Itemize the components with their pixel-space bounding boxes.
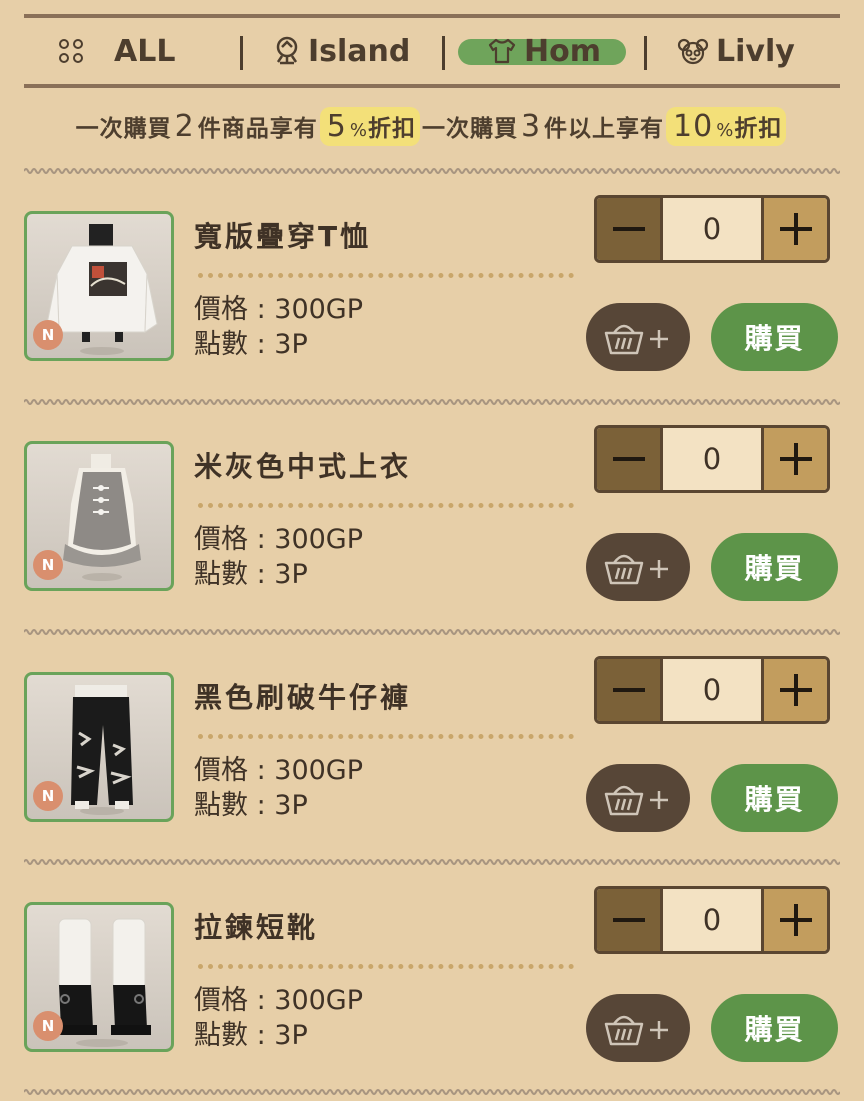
product-points: 點數 : 3P [194,559,308,590]
increase-quantity-button[interactable] [761,198,827,260]
basket-plus-icon [604,1015,668,1046]
rarity-badge: N [33,781,63,811]
island-tree-icon [276,36,298,65]
product-item: N 寬版疊穿T恤 價格 : 300GP 點數 : 3P 0 購買 [0,195,864,411]
product-item: N 黑色刷破牛仔褲 價格 : 300GP 點數 : 3P 0 購買 [0,656,864,872]
product-points: 點數 : 3P [194,329,308,360]
tab-livly-label: Livly [716,33,795,69]
quantity-stepper: 0 [594,656,830,724]
increase-quantity-button[interactable] [761,659,827,721]
promo-percent-sign: % [716,119,735,141]
quantity-value[interactable]: 0 [663,198,761,260]
product-name: 黑色刷破牛仔褲 [194,681,412,714]
tab-island[interactable]: Island [272,18,410,84]
promo-quantity: 2 [174,108,195,144]
tab-all-label: ALL [114,33,176,69]
product-price: 價格 : 300GP [194,294,364,325]
promo-percent-sign: % [349,119,368,141]
promo-discount-value: 5 [326,108,347,144]
basket-plus-icon [604,785,668,816]
promo-text: 件商品享有 [197,116,318,142]
buy-button[interactable]: 購買 [711,764,838,832]
rarity-badge: N [33,550,63,580]
increase-quantity-button[interactable] [761,428,827,490]
decrease-quantity-button[interactable] [597,889,663,951]
product-thumbnail[interactable]: N [24,211,174,361]
product-thumbnail[interactable]: N [24,902,174,1052]
basket-plus-icon [604,324,668,355]
product-price: 價格 : 300GP [194,524,364,555]
rarity-badge: N [33,1011,63,1041]
shirt-icon [488,38,516,64]
product-points: 點數 : 3P [194,790,308,821]
promo-text: 一次購買 [75,116,172,142]
livly-face-icon [677,38,709,65]
tab-divider [442,36,445,70]
wavy-divider [24,168,840,174]
dotted-divider [198,503,574,508]
promo-discount-highlight: 10 %折扣 [666,106,787,146]
promo-discount-highlight: 5 %折扣 [319,106,420,146]
product-name: 米灰色中式上衣 [194,450,412,483]
decrease-quantity-button[interactable] [597,659,663,721]
decrease-quantity-button[interactable] [597,428,663,490]
add-to-cart-button[interactable] [586,764,690,832]
rarity-badge: N [33,320,63,350]
category-tabbar: ALL Island Hom Livly [24,14,840,88]
quantity-stepper: 0 [594,886,830,954]
discount-promo: 一次購買 2 件商品享有 5 %折扣 一次購買 3 件以上享有 10 %折扣 [0,104,864,148]
dotted-divider [198,734,574,739]
tab-all[interactable]: ALL [58,18,175,84]
promo-text: 件以上享有 [544,116,665,142]
increase-quantity-button[interactable] [761,889,827,951]
promo-discount-label: 折扣 [367,115,416,142]
product-price: 價格 : 300GP [194,985,364,1016]
promo-discount-value: 10 [673,108,714,144]
product-name: 寬版疊穿T恤 [194,220,372,253]
quantity-value[interactable]: 0 [663,659,761,721]
buy-button[interactable]: 購買 [711,303,838,371]
tab-divider [644,36,647,70]
product-item: N 拉鍊短靴 價格 : 300GP 點數 : 3P 0 購買 [0,886,864,1101]
grid-dots-icon [59,39,83,63]
product-price: 價格 : 300GP [194,755,364,786]
dotted-divider [198,273,574,278]
decrease-quantity-button[interactable] [597,198,663,260]
add-to-cart-button[interactable] [586,533,690,601]
quantity-value[interactable]: 0 [663,889,761,951]
buy-button[interactable]: 購買 [711,533,838,601]
tab-divider [240,36,243,70]
product-item: N 米灰色中式上衣 價格 : 300GP 點數 : 3P 0 購買 [0,425,864,641]
quantity-stepper: 0 [594,195,830,263]
quantity-value[interactable]: 0 [663,428,761,490]
promo-text: 一次購買 [421,116,518,142]
product-points: 點數 : 3P [194,1020,308,1051]
tab-hom[interactable]: Hom [486,18,601,84]
tab-livly[interactable]: Livly [676,18,795,84]
promo-discount-label: 折扣 [734,115,783,142]
buy-button[interactable]: 購買 [711,994,838,1062]
tab-island-label: Island [308,33,411,69]
add-to-cart-button[interactable] [586,303,690,371]
product-thumbnail[interactable]: N [24,441,174,591]
dotted-divider [198,964,574,969]
add-to-cart-button[interactable] [586,994,690,1062]
basket-plus-icon [604,554,668,585]
product-name: 拉鍊短靴 [194,911,319,944]
quantity-stepper: 0 [594,425,830,493]
promo-quantity: 3 [520,108,542,144]
product-thumbnail[interactable]: N [24,672,174,822]
tab-hom-label: Hom [524,33,601,69]
